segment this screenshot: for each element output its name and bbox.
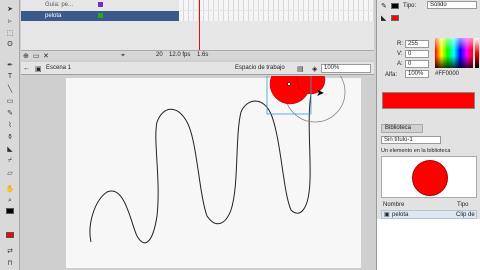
layer-row[interactable]: ⌒ Guía: pe... — [21, 0, 374, 10]
frames-strip[interactable] — [179, 11, 374, 21]
timeline-controls: ⊕ ▭ ✕ ⌖ 20 12.0 fps 1.6s — [21, 50, 374, 60]
list-item[interactable]: ▣ pelota Clip de — [381, 210, 477, 219]
b-label: A: — [397, 61, 403, 67]
color-preview — [382, 92, 475, 109]
fill-swatch[interactable] — [391, 15, 399, 21]
alpha-field[interactable]: 100% — [405, 70, 429, 78]
delete-layer-icon[interactable]: ✕ — [43, 52, 49, 60]
eyedropper-icon[interactable]: ⌿ — [4, 156, 16, 165]
movieclip-icon: ▣ — [384, 212, 390, 218]
snap-icon[interactable]: ⊓ — [4, 258, 16, 267]
ink-bottle-icon[interactable]: ⚱ — [4, 132, 16, 141]
edit-scene-icon[interactable]: ▤ — [297, 65, 304, 73]
zoom-icon[interactable]: ⌕ — [4, 196, 16, 205]
time-readout: 1.6s — [197, 52, 209, 58]
brightness-slider[interactable] — [475, 38, 479, 68]
registration-point — [287, 82, 291, 86]
layer-outline-color — [98, 13, 103, 18]
scene-label[interactable]: Escena 1 — [46, 65, 71, 71]
pen-icon[interactable]: ✒ — [4, 60, 16, 69]
zoom-select[interactable]: 100% — [321, 64, 371, 73]
text-icon[interactable]: T — [4, 72, 16, 81]
pasteboard: ➤ — [21, 76, 374, 270]
library-count: Un elemento en la biblioteca — [381, 148, 451, 154]
frames-strip[interactable] — [179, 0, 374, 10]
swap-colors-icon[interactable]: ⇄ — [4, 246, 16, 255]
fps-readout[interactable]: 12.0 fps — [169, 52, 190, 58]
back-arrow-icon[interactable]: ← — [23, 65, 30, 72]
frame-number: 20 — [156, 52, 163, 58]
col-name[interactable]: Nombre — [383, 202, 404, 208]
scene-icon: ▣ — [35, 66, 42, 73]
stroke-pencil-icon[interactable]: ✎ — [381, 2, 387, 10]
arrow-cursor-icon: ➤ — [316, 88, 324, 99]
layer-outline-color — [98, 2, 103, 7]
color-spectrum[interactable] — [435, 38, 473, 68]
hex-readout[interactable]: #FF0000 — [435, 71, 459, 77]
tab-library[interactable]: Biblioteca — [381, 124, 423, 133]
arrow-icon[interactable]: ➤ — [4, 4, 16, 13]
stroke-swatch[interactable] — [391, 3, 399, 9]
playhead[interactable] — [199, 0, 200, 50]
type-select[interactable]: Sólido — [427, 1, 477, 9]
tools-panel: ➤ ▹ ⬚ ʘ ✒ T ╲ ▭ ✎ ⌇ ⚱ ◣ ⌿ ▱ ✋ ⌕ ⇄ ⊓ — [0, 0, 20, 270]
stage-artwork: ➤ — [89, 76, 346, 244]
workspace-menu[interactable]: Espacio de trabajo — [235, 65, 285, 71]
library-doc-select[interactable]: Sin título-1 — [381, 136, 441, 144]
preview-ball — [412, 160, 448, 196]
g-label: V: — [397, 51, 403, 57]
right-panels: ✎ ◣ Tipo: Sólido R: 255 V: 0 A: 0 Alfa: … — [376, 0, 480, 270]
library-list-area — [377, 219, 480, 270]
library-preview — [381, 156, 477, 198]
edit-bar: ← ▣ Escena 1 Espacio de trabajo ▤ ◈ 100% — [21, 62, 374, 75]
timeline-panel: ⌒ Guía: pe... ▤ pelota ⊕ ▭ ✕ ⌖ 20 12.0 f… — [21, 0, 374, 60]
free-transform-icon[interactable]: ⬚ — [4, 28, 16, 37]
b-field[interactable]: 0 — [405, 60, 429, 68]
pencil-icon[interactable]: ✎ — [4, 108, 16, 117]
lasso-icon[interactable]: ʘ — [4, 40, 16, 49]
edit-symbol-icon[interactable]: ◈ — [312, 65, 317, 73]
type-label: Tipo: — [403, 3, 417, 9]
subselect-icon[interactable]: ▹ — [4, 16, 16, 25]
layer-row[interactable]: ▤ pelota — [21, 11, 374, 21]
paint-bucket-icon[interactable]: ◣ — [4, 144, 16, 153]
stroke-color-swatch[interactable] — [6, 208, 14, 214]
rectangle-icon[interactable]: ▭ — [4, 96, 16, 105]
item-type: Clip de — [456, 212, 475, 218]
g-field[interactable]: 0 — [405, 50, 429, 58]
r-label: R: — [397, 41, 403, 47]
motion-guide-path — [89, 93, 312, 244]
eraser-icon[interactable]: ▱ — [4, 168, 16, 177]
fill-color-swatch[interactable] — [6, 232, 14, 238]
add-layer-icon[interactable]: ⊕ — [23, 52, 29, 60]
hand-icon[interactable]: ✋ — [4, 184, 16, 193]
center-frame-icon[interactable]: ⌖ — [121, 52, 125, 60]
fill-bucket-icon[interactable]: ◣ — [381, 14, 386, 22]
col-type[interactable]: Tipo — [457, 202, 468, 208]
add-folder-icon[interactable]: ▭ — [33, 52, 40, 60]
alpha-label: Alfa: — [385, 72, 398, 78]
item-name: pelota — [392, 212, 409, 218]
line-icon[interactable]: ╲ — [4, 84, 16, 93]
r-field[interactable]: 255 — [405, 40, 429, 48]
brush-icon[interactable]: ⌇ — [4, 120, 16, 129]
